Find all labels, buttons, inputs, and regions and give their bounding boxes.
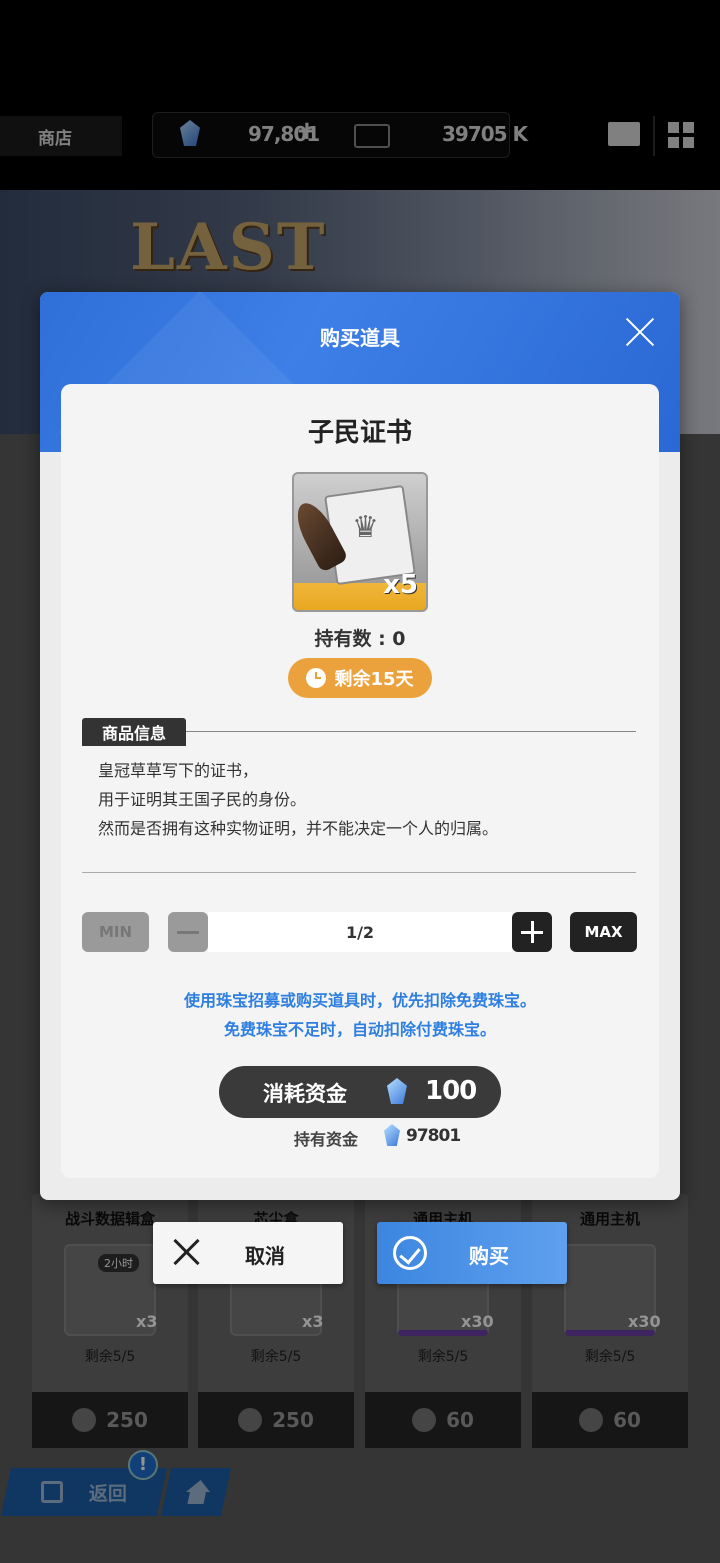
funds-value: 97801	[406, 1126, 461, 1146]
quantity-stepper: MIN 1/2 MAX	[82, 912, 637, 952]
description-line: 然而是否拥有这种实物证明，并不能决定一个人的归属。	[98, 819, 499, 838]
payment-notice: 使用珠宝招募或购买道具时，优先扣除免费珠宝。 免费珠宝不足时，自动扣除付费珠宝。	[61, 986, 659, 1044]
close-icon	[173, 1239, 199, 1265]
close-icon[interactable]	[624, 316, 656, 348]
description-line: 皇冠草草写下的证书，	[98, 761, 259, 780]
time-remaining-label: 剩余15天	[334, 669, 414, 690]
gem-icon	[384, 1124, 400, 1146]
clock-icon	[306, 668, 327, 688]
cancel-label: 取消	[245, 1244, 285, 1268]
notice-line: 免费珠宝不足时，自动扣除付费珠宝。	[223, 1020, 496, 1039]
item-image: ♛ x5	[292, 472, 428, 612]
buy-label: 购买	[469, 1244, 509, 1268]
item-name: 子民证书	[307, 418, 412, 448]
description-line: 用于证明其王国子民的身份。	[98, 790, 307, 809]
buy-button[interactable]: 购买	[377, 1222, 567, 1284]
min-button[interactable]: MIN	[82, 912, 149, 952]
item-description: 皇冠草草写下的证书， 用于证明其王国子民的身份。 然而是否拥有这种实物证明，并不…	[98, 756, 628, 843]
decrease-button[interactable]	[168, 912, 208, 952]
item-quantity: x5	[383, 570, 418, 600]
crown-icon: ♛	[352, 510, 379, 545]
cost-value: 100	[425, 1076, 477, 1106]
dialog-panel: 子民证书 ♛ x5 持有数 : 0 剩余15天 商品信息 皇冠草草写下的证书， …	[61, 384, 659, 1178]
cost-display: 消耗资金 100	[219, 1066, 501, 1118]
gem-icon	[387, 1078, 407, 1104]
max-button[interactable]: MAX	[570, 912, 637, 952]
notice-line: 使用珠宝招募或购买道具时，优先扣除免费珠宝。	[183, 991, 536, 1010]
dialog-title: 购买道具	[320, 326, 400, 350]
check-icon	[393, 1236, 427, 1270]
item-info-tag: 商品信息	[82, 718, 186, 746]
divider	[82, 872, 636, 873]
increase-button[interactable]	[512, 912, 552, 952]
owned-count: 持有数 : 0	[314, 628, 406, 650]
funds-label: 持有资金	[294, 1130, 359, 1149]
cancel-button[interactable]: 取消	[153, 1222, 343, 1284]
divider	[186, 731, 636, 732]
cost-label: 消耗资金	[263, 1082, 347, 1106]
quantity-field[interactable]: 1/2	[208, 912, 512, 952]
time-remaining-badge: 剩余15天	[288, 658, 432, 698]
purchase-dialog: 购买道具 子民证书 ♛ x5 持有数 : 0 剩余15天 商品信息 皇冠草草写下…	[40, 292, 680, 1200]
